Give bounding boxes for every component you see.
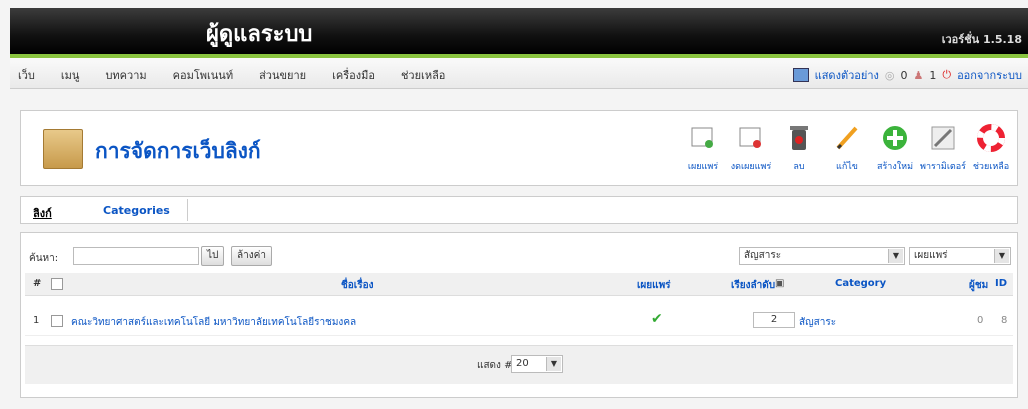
col-title[interactable]: ชื่อเรื่อง	[341, 278, 373, 293]
pencil-icon	[836, 126, 858, 150]
tab-categories[interactable]: Categories	[103, 204, 170, 217]
version-label: เวอร์ชั่น 1.5.18	[941, 33, 1022, 46]
menu-extensions[interactable]: ส่วนขยาย	[259, 66, 306, 84]
toolbar: เผยแพร่ งดเผยแพร่ ลบ แก้ไข สร้างใหม่ พาร…	[679, 123, 1015, 173]
edit-button[interactable]: แก้ไข	[823, 123, 871, 173]
select-all-checkbox[interactable]	[51, 278, 63, 290]
order-input[interactable]: 2	[753, 312, 795, 328]
pagination-footer: แสดง # 20 ▼	[25, 345, 1013, 384]
row-hits: 0	[977, 315, 984, 326]
mail-icon: ◎	[884, 68, 895, 82]
main-menu: เว็บ เมนู บทความ คอมโพเนนท์ ส่วนขยาย เคร…	[18, 66, 471, 84]
preview-link[interactable]: แสดงตัวอย่าง	[815, 66, 879, 84]
table-row: 1 คณะวิทยาศาสตร์และเทคโนโลยี มหาวิทยาลัย…	[25, 307, 1013, 336]
display-label: แสดง #	[477, 360, 513, 371]
toolbar-box: การจัดการเว็บลิงก์ เผยแพร่ งดเผยแพร่ ลบ …	[20, 110, 1018, 186]
category-select-value: สัญสาระ	[744, 250, 782, 261]
limit-select[interactable]: 20 ▼	[511, 355, 563, 373]
unpublish-icon	[739, 127, 761, 148]
logout-icon: ⏻	[942, 68, 952, 81]
col-published[interactable]: เผยแพร่	[637, 278, 671, 293]
go-button[interactable]: ไป	[201, 246, 225, 266]
save-order-icon[interactable]: ▣	[775, 278, 784, 289]
menu-site[interactable]: เว็บ	[18, 66, 35, 84]
settings-icon	[931, 126, 955, 150]
publish-label: เผยแพร่	[687, 162, 719, 172]
chevron-down-icon: ▼	[888, 249, 903, 263]
help-label: ช่วยเหลือ	[972, 162, 1010, 172]
chevron-down-icon: ▼	[994, 249, 1009, 263]
reset-button[interactable]: ล้างค่า	[231, 246, 272, 266]
tab-links[interactable]: ลิงก์	[33, 204, 52, 222]
published-check-icon[interactable]: ✔	[651, 311, 663, 327]
main-menu-bar: เว็บ เมนู บทความ คอมโพเนนท์ ส่วนขยาย เคร…	[10, 58, 1028, 89]
new-button[interactable]: สร้างใหม่	[871, 123, 919, 173]
row-checkbox[interactable]	[51, 315, 63, 327]
menu-components[interactable]: คอมโพเนนท์	[173, 66, 233, 84]
row-title-link[interactable]: คณะวิทยาศาสตร์และเทคโนโลยี มหาวิทยาลัยเท…	[71, 315, 356, 330]
add-icon	[883, 126, 907, 150]
col-category[interactable]: Category	[835, 278, 886, 289]
submenu: ลิงก์ Categories	[20, 196, 1018, 224]
col-id[interactable]: ID	[995, 278, 1007, 289]
divider	[187, 199, 188, 221]
page-title: การจัดการเว็บลิงก์	[95, 139, 261, 163]
filter-label: ค้นหา:	[29, 253, 59, 264]
delete-button[interactable]: ลบ	[775, 123, 823, 173]
menu-help[interactable]: ช่วยเหลือ	[401, 66, 445, 84]
app-title: ผู้ดูแลระบบ	[206, 22, 313, 47]
limit-value: 20	[516, 358, 529, 369]
state-select[interactable]: เผยแพร่ ▼	[909, 247, 1011, 265]
col-hits[interactable]: ผู้ชม	[969, 278, 988, 293]
new-label: สร้างใหม่	[876, 162, 914, 172]
logout-link[interactable]: ออกจากระบบ	[957, 66, 1022, 84]
publish-button[interactable]: เผยแพร่	[679, 123, 727, 173]
messages-count: 0	[900, 68, 908, 82]
col-num: #	[33, 278, 42, 289]
menu-tools[interactable]: เครื่องมือ	[332, 66, 375, 84]
delete-label: ลบ	[793, 162, 805, 172]
table-header: # ชื่อเรื่อง เผยแพร่ เรียงลำดับ ▣ Catego…	[25, 273, 1013, 296]
publish-icon	[691, 127, 713, 148]
row-category[interactable]: สัญสาระ	[799, 315, 836, 330]
parameters-button[interactable]: พารามิเตอร์	[919, 123, 967, 173]
parameters-label: พารามิเตอร์	[920, 162, 966, 172]
weblinks-icon	[43, 129, 83, 169]
menu-content[interactable]: บทความ	[105, 66, 146, 84]
state-select-value: เผยแพร่	[914, 250, 948, 261]
lifebuoy-icon	[977, 124, 1005, 152]
edit-label: แก้ไข	[836, 162, 858, 172]
content-panel: ค้นหา: ไป ล้างค่า สัญสาระ ▼ เผยแพร่ ▼ # ชื…	[20, 232, 1018, 398]
col-order[interactable]: เรียงลำดับ	[731, 278, 775, 293]
search-input[interactable]	[73, 247, 199, 265]
unpublish-label: งดเผยแพร่	[730, 162, 772, 172]
header-bar: ผู้ดูแลระบบ เวอร์ชั่น 1.5.18	[10, 8, 1028, 58]
users-icon: ♟	[913, 68, 924, 82]
row-id: 8	[1001, 315, 1008, 326]
category-select[interactable]: สัญสาระ ▼	[739, 247, 905, 265]
trash-icon	[790, 126, 808, 150]
unpublish-button[interactable]: งดเผยแพร่	[727, 123, 775, 173]
preview-icon	[792, 68, 809, 82]
users-count: 1	[929, 68, 937, 82]
menu-menus[interactable]: เมนู	[61, 66, 80, 84]
status-area: แสดงตัวอย่าง ◎ 0 ♟ 1 ⏻ ออกจากระบบ	[792, 66, 1022, 84]
chevron-down-icon: ▼	[546, 357, 561, 371]
row-num: 1	[33, 315, 40, 326]
help-button[interactable]: ช่วยเหลือ	[967, 123, 1015, 173]
